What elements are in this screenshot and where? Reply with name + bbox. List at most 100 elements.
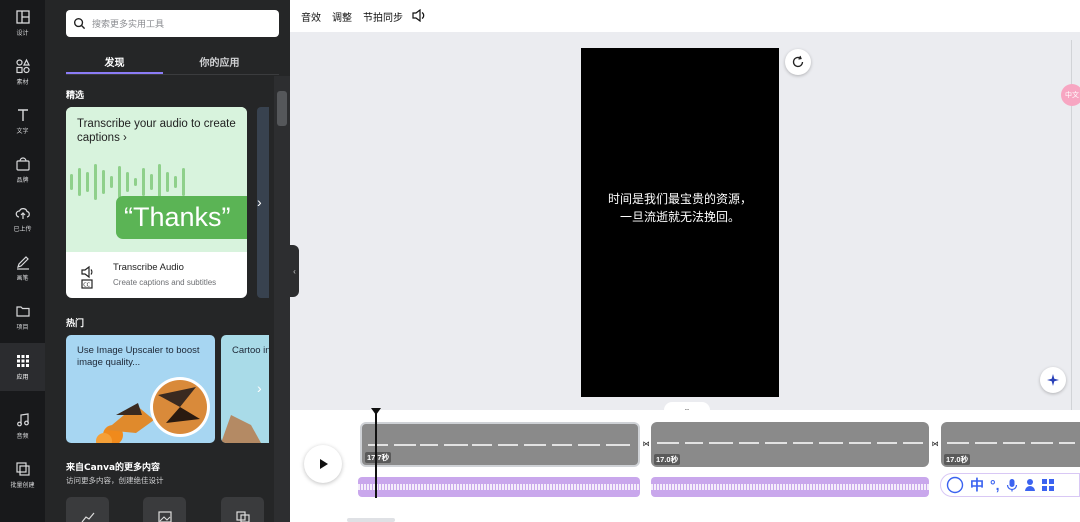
layout-icon — [15, 10, 30, 24]
chinese-input-button[interactable]: 中 — [970, 475, 984, 495]
shapes-icon — [15, 58, 30, 74]
featured-app-name: Transcribe Audio — [113, 262, 184, 273]
svg-text:CC: CC — [83, 283, 90, 289]
playhead-line[interactable] — [375, 412, 377, 498]
rail-item-bulk-create[interactable]: 批量创建 — [0, 452, 45, 498]
rail-label: 素材 — [16, 79, 29, 86]
image-icon — [157, 511, 172, 522]
line-chart-icon — [81, 512, 94, 522]
more-from-canva-subtitle: 访问更多内容，创建绝佳设计 — [66, 476, 164, 485]
rail-label: 应用 — [16, 374, 29, 381]
toolbar-adjust[interactable]: 调整 — [332, 9, 352, 24]
copy-icon — [235, 511, 250, 522]
caption-track-lines — [368, 444, 630, 446]
caption-line-2: 一旦流逝就无法挽回。 — [619, 210, 740, 224]
more-tile-charts[interactable] — [66, 497, 109, 522]
clip-duration: 17.0秒 — [654, 454, 681, 465]
search-input[interactable]: 搜索更多实用工具 — [66, 10, 279, 37]
featured-card-title: Transcribe your audio to create captions… — [77, 118, 236, 144]
rail-label: 已上传 — [13, 226, 32, 233]
tab-your-apps[interactable]: 你的应用 — [171, 54, 268, 69]
carousel-next-arrow[interactable]: › — [257, 380, 262, 396]
brand-icon — [15, 157, 30, 171]
magic-assistant-button[interactable] — [1040, 367, 1066, 393]
audio-waveform — [358, 484, 640, 490]
rail-item-projects[interactable]: 项目 — [0, 294, 45, 340]
rail-label: 文字 — [16, 128, 29, 135]
timeline-clip[interactable]: 17.0秒 — [941, 422, 1080, 467]
bottom-scroll-indicator[interactable] — [347, 518, 395, 522]
featured-app-card[interactable]: Transcribe your audio to create captions… — [66, 107, 247, 298]
play-icon — [320, 459, 328, 469]
grid-icon[interactable] — [1041, 479, 1054, 491]
toolbar-beat-sync[interactable]: 节拍同步 — [363, 9, 403, 24]
top-toolbar: 音效 调整 节拍同步 — [290, 0, 1080, 32]
bulk-create-icon — [15, 462, 30, 476]
more-from-canva-heading: 来自Canva的更多内容 — [66, 463, 161, 473]
text-icon — [17, 109, 28, 121]
panel-collapse-handle[interactable]: ‹ — [290, 245, 299, 297]
user-icon[interactable] — [1024, 478, 1036, 492]
rail-item-apps[interactable]: 应用 — [0, 343, 45, 391]
featured-app-description: Create captions and subtitles — [113, 278, 217, 287]
timeline-clip[interactable]: 17.7秒 — [360, 422, 640, 467]
tab-active-indicator — [66, 72, 163, 74]
timeline-clip[interactable]: 17.0秒 — [651, 422, 929, 467]
rail-item-uploads[interactable]: 已上传 — [0, 196, 45, 242]
punctuation-button[interactable]: °, — [990, 477, 1000, 493]
floating-toolbar: 中 °, — [940, 473, 1080, 497]
caption-track-lines — [657, 442, 923, 444]
hot-card-title: Use Image Upscaler to boost image qualit… — [77, 345, 200, 368]
video-page[interactable]: 时间是我们最宝贵的资源， 一旦流逝就无法挽回。 — [581, 48, 779, 397]
rail-label: 批量创建 — [10, 482, 35, 489]
clip-duration: 17.7秒 — [365, 452, 392, 463]
tab-discover[interactable]: 发现 — [66, 54, 163, 69]
video-caption[interactable]: 时间是我们最宝贵的资源， 一旦流逝就无法挽回。 — [581, 190, 779, 226]
thanks-caption-badge: “Thanks” — [116, 196, 247, 239]
rail-label: 项目 — [16, 324, 29, 331]
caption-track-lines — [947, 442, 1075, 444]
transition-button[interactable]: ⋈ — [929, 438, 941, 450]
rail-item-design[interactable]: 设计 — [0, 0, 45, 46]
section-hot-heading: 热门 — [66, 319, 85, 329]
toolbar-sound-effects[interactable]: 音效 — [301, 9, 321, 24]
rail-item-audio[interactable]: 音频 — [0, 403, 45, 449]
rail-label: 音频 — [16, 433, 29, 440]
rail-label: 设计 — [16, 30, 29, 37]
panel-scrollbar[interactable] — [274, 76, 290, 522]
section-featured-heading: 精选 — [66, 91, 85, 101]
music-note-icon — [16, 413, 29, 427]
rail-label: 画笔 — [16, 275, 29, 282]
play-button[interactable] — [304, 445, 342, 483]
featured-card-banner: Transcribe your audio to create captions… — [66, 107, 247, 252]
rail-item-draw[interactable]: 画笔 — [0, 245, 45, 291]
refresh-comment-button[interactable] — [785, 49, 811, 75]
hot-app-card-image-upscaler[interactable]: Use Image Upscaler to boost image qualit… — [66, 335, 215, 443]
search-placeholder: 搜索更多实用工具 — [92, 20, 165, 30]
apps-grid-icon — [16, 355, 29, 367]
audio-track-segment[interactable] — [651, 477, 929, 497]
caption-line-1: 时间是我们最宝贵的资源， — [607, 192, 752, 206]
left-rail: 设计 素材 文字 品牌 已上传 画笔 项目 应用 音频 批量创建 — [0, 0, 45, 522]
search-icon — [73, 17, 86, 30]
rail-item-brand[interactable]: 品牌 — [0, 147, 45, 193]
tab-divider — [66, 74, 279, 75]
language-tag[interactable]: 中文 — [1061, 84, 1080, 106]
speaker-icon[interactable] — [412, 9, 427, 22]
clip-duration: 17.0秒 — [944, 454, 971, 465]
rail-item-text[interactable]: 文字 — [0, 98, 45, 144]
audio-track-segment[interactable] — [358, 477, 640, 497]
carousel-next-arrow[interactable]: › — [257, 194, 262, 210]
refresh-comment-icon — [792, 55, 804, 68]
rail-item-elements[interactable]: 素材 — [0, 49, 45, 95]
iflytek-icon[interactable] — [946, 476, 964, 494]
more-tile-copy[interactable] — [221, 497, 264, 522]
microphone-icon[interactable] — [1006, 478, 1018, 492]
scrollbar-thumb[interactable] — [277, 91, 287, 126]
rail-label: 品牌 — [16, 177, 29, 184]
hot-card-title: Cartoo into ca — [232, 345, 269, 356]
more-tile-images[interactable] — [143, 497, 186, 522]
cartoon-illustration — [221, 415, 261, 443]
audio-waveform — [651, 484, 929, 490]
apps-panel: 搜索更多实用工具 发现 你的应用 精选 Transcribe your audi… — [45, 0, 290, 522]
